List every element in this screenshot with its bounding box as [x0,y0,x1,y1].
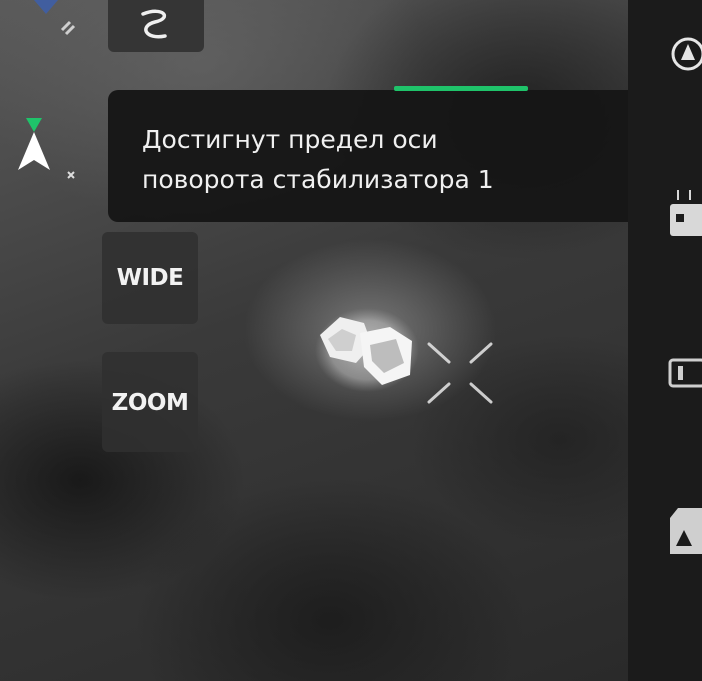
sd-card-icon[interactable] [668,506,702,556]
auto-exposure-icon[interactable] [668,34,702,74]
camera-settings-icon[interactable] [668,186,702,242]
trajectory-mode-button[interactable] [108,0,204,52]
snake-path-icon [141,9,167,39]
crosshair-icon [427,342,493,404]
thermal-hotspot [315,308,419,392]
wide-camera-button[interactable]: WIDE [102,232,198,324]
hd-quality-icon[interactable] [668,356,702,390]
satellite-icon [34,0,76,36]
zoom-camera-button[interactable]: ZOOM [102,352,198,452]
gimbal-limit-notification: Достигнут предел оси поворота стабилизат… [108,90,648,222]
notification-progress-bar [394,86,528,91]
right-toolbar [628,0,702,681]
aircraft-heading-icon [18,118,75,179]
notification-message: Достигнут предел оси поворота стабилизат… [142,125,494,194]
